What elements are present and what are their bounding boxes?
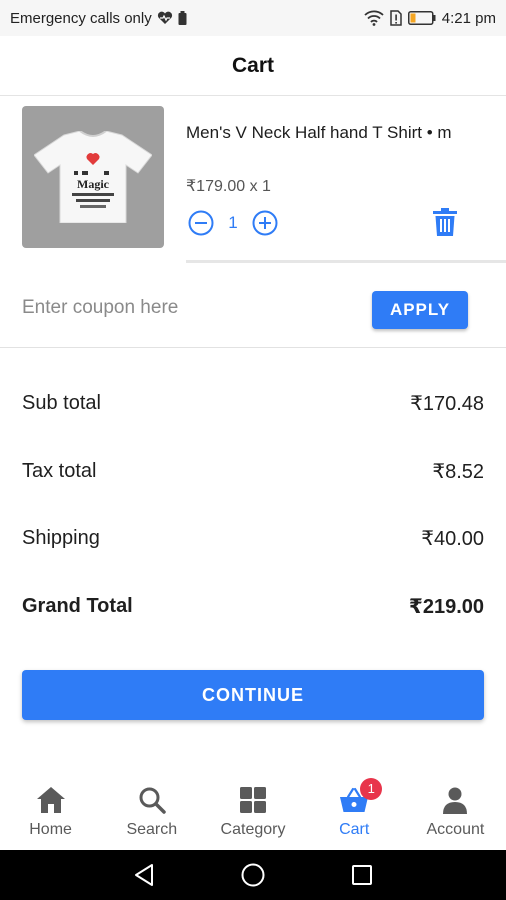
subtotal-row: Sub total ₹170.48 [22, 370, 484, 438]
back-triangle-icon [135, 864, 154, 886]
coupon-row: APPLY [0, 280, 506, 348]
tshirt-print-text: Magic [77, 177, 110, 191]
cart-basket-icon: 1 [338, 777, 383, 816]
minus-circle-icon [188, 210, 214, 236]
subtotal-label: Sub total [22, 392, 101, 415]
coupon-input[interactable] [22, 290, 342, 326]
carrier-text: Emergency calls only [10, 9, 152, 27]
nav-category[interactable]: Category [202, 772, 303, 850]
status-bar: Emergency calls only 4:21 pm [0, 0, 506, 36]
battery-icon [407, 11, 436, 25]
shipping-row: Shipping ₹40.00 [22, 505, 484, 573]
shipping-label: Shipping [22, 527, 100, 550]
trash-icon [433, 208, 457, 236]
category-grid-icon [237, 784, 269, 816]
quantity-value: 1 [228, 213, 238, 232]
continue-button[interactable]: CONTINUE [22, 670, 484, 720]
cart-count-badge: 1 [360, 777, 383, 800]
nav-cart[interactable]: 1 Cart [304, 772, 405, 850]
grand-total-value: ₹219.00 [408, 595, 484, 618]
battery-saver-icon [178, 11, 187, 25]
nav-account-label: Account [426, 820, 485, 838]
page-title: Cart [231, 53, 274, 77]
shipping-value: ₹40.00 [421, 528, 484, 551]
bottom-nav: Home Search Category 1 Cart Account [0, 772, 506, 850]
nav-category-label: Category [220, 820, 286, 838]
home-circle-icon [241, 863, 265, 887]
account-icon [439, 784, 471, 816]
status-right: 4:21 pm [364, 10, 496, 27]
search-icon [136, 784, 168, 816]
nav-cart-label: Cart [339, 820, 370, 838]
nav-account[interactable]: Account [405, 772, 506, 850]
grand-total-row: Grand Total ₹219.00 [22, 573, 484, 641]
increase-quantity-button[interactable] [252, 210, 278, 236]
item-divider [186, 260, 506, 263]
app-header: Cart [0, 36, 506, 96]
nav-home-label: Home [29, 820, 72, 838]
home-system-button[interactable] [238, 860, 268, 890]
plus-circle-icon [252, 210, 278, 236]
wifi-icon [364, 10, 384, 26]
home-icon [35, 784, 67, 816]
tax-row: Tax total ₹8.52 [22, 438, 484, 506]
cart-item: Magic Men's V Neck Half hand T Shirt • m… [22, 106, 506, 266]
recents-square-icon [351, 865, 372, 885]
nav-home[interactable]: Home [0, 772, 101, 850]
product-name[interactable]: Men's V Neck Half hand T Shirt • m [186, 120, 466, 146]
tax-label: Tax total [22, 459, 97, 482]
nav-search-label: Search [126, 820, 178, 838]
product-price: ₹179.00 x 1 [186, 178, 271, 195]
status-left: Emergency calls only [10, 10, 187, 27]
order-summary: Sub total ₹170.48 Tax total ₹8.52 Shippi… [22, 370, 484, 640]
decrease-quantity-button[interactable] [188, 210, 214, 236]
system-nav-bar [0, 850, 506, 900]
sim-alert-icon [390, 10, 402, 26]
delete-item-button[interactable] [430, 206, 460, 238]
grand-total-label: Grand Total [22, 594, 133, 617]
tshirt-image: Magic [34, 131, 152, 223]
back-button[interactable] [129, 860, 159, 890]
apply-coupon-button[interactable]: APPLY [372, 291, 468, 329]
status-time: 4:21 pm [441, 9, 496, 27]
quantity-stepper: 1 [188, 210, 278, 236]
recents-button[interactable] [347, 860, 377, 890]
nav-search[interactable]: Search [101, 772, 202, 850]
subtotal-value: ₹170.48 [410, 393, 484, 416]
heart-monitor-icon [157, 11, 173, 25]
tax-value: ₹8.52 [432, 460, 484, 483]
product-image[interactable]: Magic [22, 106, 164, 248]
